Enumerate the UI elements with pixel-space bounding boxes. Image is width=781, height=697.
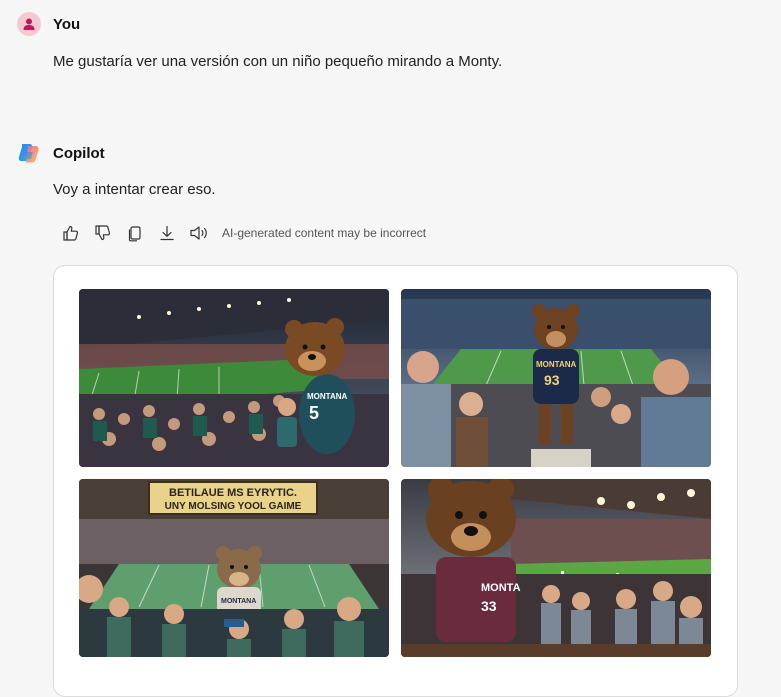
speaker-icon (190, 226, 207, 240)
download-icon (160, 225, 174, 241)
user-message-header: You (17, 12, 80, 36)
thumbs-up-button[interactable] (58, 220, 84, 246)
download-button[interactable] (154, 220, 180, 246)
jersey-number-4: 33 (481, 598, 497, 614)
copilot-message-header: Copilot (16, 140, 105, 166)
copilot-logo-icon (16, 140, 42, 166)
jersey-number-2: 93 (544, 372, 560, 388)
jersey-text-1: MONTANA (307, 392, 348, 401)
generated-image-2[interactable]: MONTANA 93 (401, 289, 711, 467)
user-name: You (53, 15, 81, 33)
generated-image-1[interactable]: MONTANA 5 (79, 289, 389, 467)
read-aloud-button[interactable] (186, 220, 214, 246)
ai-disclaimer: AI-generated content may be incorrect (222, 226, 427, 240)
copy-button[interactable] (122, 220, 148, 246)
generated-image-3[interactable]: BETILAUE MS EYRYTIC. UNY MOLSING YOOL GA… (79, 479, 389, 657)
sign-line-1: BETILAUE MS EYRYTIC. (169, 487, 297, 499)
copilot-message-text: Voy a intentar crear eso. (53, 181, 216, 198)
sign-line-2: UNY MOLSING YOOL GAIME (165, 501, 302, 512)
message-actions: AI-generated content may be incorrect (58, 220, 426, 246)
copilot-name: Copilot (53, 144, 105, 162)
image-results-card: MONTANA 5 MONTANA 93 BETILAUE MS EYRYTIC… (53, 265, 738, 697)
thumbs-up-icon (63, 225, 79, 241)
jersey-text-3: MONTANA (221, 598, 256, 605)
user-message-text: Me gustaría ver una versión con un niño … (53, 53, 503, 70)
thumbs-down-button[interactable] (90, 220, 116, 246)
jersey-text-4: MONTA (481, 582, 521, 594)
user-icon (23, 18, 35, 30)
jersey-number-1: 5 (309, 403, 319, 423)
copy-icon (128, 226, 141, 242)
generated-image-4[interactable]: MONTA 33 (401, 479, 711, 657)
thumbs-down-icon (95, 225, 111, 241)
jersey-text-2: MONTANA (536, 360, 577, 369)
user-avatar (17, 12, 41, 36)
